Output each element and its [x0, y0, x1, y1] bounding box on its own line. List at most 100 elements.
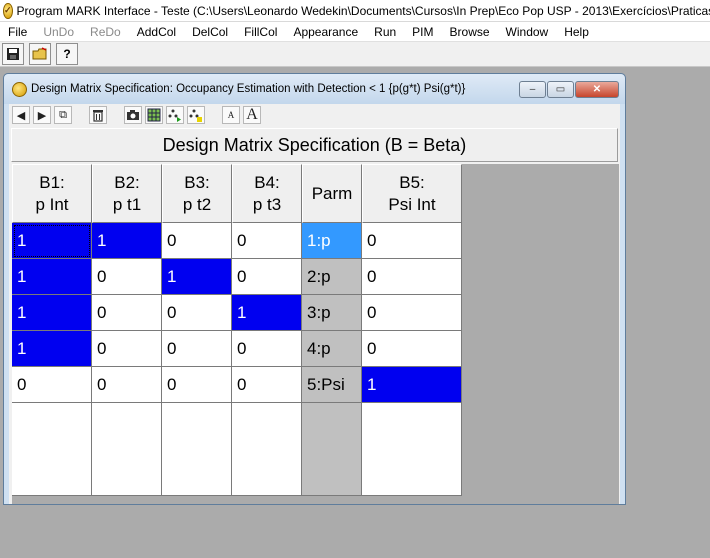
column-b3: B3: p t2 0 1 0 0 0 — [162, 164, 232, 504]
matrix-cell[interactable]: 0 — [362, 295, 462, 331]
matrix-cell[interactable]: 0 — [92, 367, 162, 403]
menu-redo[interactable]: ReDo — [82, 25, 129, 39]
window-title: Design Matrix Specification: Occupancy E… — [31, 83, 466, 95]
open-button[interactable] — [29, 43, 51, 65]
snapshot-button[interactable] — [124, 106, 142, 124]
tree-button[interactable] — [166, 106, 184, 124]
forward-button[interactable]: ▶ — [33, 106, 51, 124]
design-matrix-grid: B1: p Int 1 1 1 1 0 B2: p t1 1 0 0 0 0 B… — [12, 164, 619, 504]
parm-label[interactable]: 4:p — [302, 331, 362, 367]
tree-highlight-button[interactable] — [187, 106, 205, 124]
parm-label[interactable]: 5:Psi — [302, 367, 362, 403]
matrix-toolbar: ◀ ▶ ⧉ A A — [9, 104, 620, 126]
menu-window[interactable]: Window — [498, 25, 557, 39]
matrix-cell[interactable]: 1 — [232, 295, 302, 331]
column-header-b3[interactable]: B3: p t2 — [162, 164, 232, 223]
help-icon: ? — [63, 47, 71, 61]
matrix-cell[interactable]: 0 — [232, 223, 302, 259]
grid-icon — [147, 108, 161, 122]
menu-addcol[interactable]: AddCol — [129, 25, 184, 39]
column-b1: B1: p Int 1 1 1 1 0 — [12, 164, 92, 504]
matrix-cell[interactable]: 0 — [162, 223, 232, 259]
matrix-cell[interactable]: 0 — [362, 259, 462, 295]
matrix-cell[interactable]: 1 — [12, 223, 92, 259]
minimize-button[interactable]: ‒ — [519, 81, 546, 98]
empty-cell — [362, 403, 462, 496]
column-header-b4[interactable]: B4: p t3 — [232, 164, 302, 223]
save-icon — [7, 48, 19, 60]
matrix-cell[interactable]: 1 — [12, 259, 92, 295]
menu-undo[interactable]: UnDo — [35, 25, 82, 39]
matrix-cell[interactable]: 0 — [162, 367, 232, 403]
column-b4: B4: p t3 0 0 1 0 0 — [232, 164, 302, 504]
parm-label[interactable]: 3:p — [302, 295, 362, 331]
maximize-button[interactable]: ▭ — [547, 81, 574, 98]
matrix-cell[interactable]: 0 — [232, 367, 302, 403]
matrix-cell[interactable]: 0 — [162, 331, 232, 367]
column-header-parm: Parm — [302, 164, 362, 223]
column-header-b2[interactable]: B2: p t1 — [92, 164, 162, 223]
menu-browse[interactable]: Browse — [442, 25, 498, 39]
matrix-cell[interactable]: 0 — [232, 331, 302, 367]
empty-cell — [92, 403, 162, 496]
empty-cell — [12, 403, 92, 496]
menu-delcol[interactable]: DelCol — [184, 25, 236, 39]
matrix-cell[interactable]: 0 — [232, 259, 302, 295]
copy-icon: ⧉ — [59, 108, 67, 121]
menu-appearance[interactable]: Appearance — [285, 25, 366, 39]
matrix-heading: Design Matrix Specification (B = Beta) — [11, 128, 618, 162]
app-title-bar: ✓ Program MARK Interface - Teste (C:\Use… — [0, 0, 710, 22]
column-header-b5[interactable]: B5: Psi Int — [362, 164, 462, 223]
minimize-icon: ‒ — [529, 84, 536, 95]
column-header-b1[interactable]: B1: p Int — [12, 164, 92, 223]
help-button[interactable]: ? — [56, 43, 78, 65]
matrix-cell[interactable]: 0 — [12, 367, 92, 403]
app-title: Program MARK Interface - Teste (C:\Users… — [16, 3, 710, 18]
matrix-cell[interactable]: 0 — [92, 331, 162, 367]
menu-help[interactable]: Help — [556, 25, 597, 39]
font-small-icon: A — [227, 110, 235, 120]
maximize-icon: ▭ — [555, 84, 566, 95]
menu-pim[interactable]: PIM — [404, 25, 441, 39]
matrix-cell[interactable]: 1 — [362, 367, 462, 403]
design-matrix-window: Design Matrix Specification: Occupancy E… — [3, 73, 626, 505]
back-button[interactable]: ◀ — [12, 106, 30, 124]
save-button[interactable] — [2, 43, 24, 65]
empty-cell — [162, 403, 232, 496]
menu-bar: File UnDo ReDo AddCol DelCol FillCol App… — [0, 22, 710, 41]
matrix-cell[interactable]: 1 — [12, 331, 92, 367]
column-b5: B5: Psi Int 0 0 0 0 1 — [362, 164, 462, 504]
close-icon: ✕ — [592, 84, 602, 95]
empty-cell — [232, 403, 302, 496]
matrix-cell[interactable]: 0 — [362, 331, 462, 367]
font-larger-button[interactable]: A — [243, 106, 261, 124]
window-title-bar[interactable]: Design Matrix Specification: Occupancy E… — [4, 74, 625, 104]
delete-button[interactable] — [89, 106, 107, 124]
close-button[interactable]: ✕ — [575, 81, 619, 98]
copy-button[interactable]: ⧉ — [54, 106, 72, 124]
matrix-cell[interactable]: 1 — [12, 295, 92, 331]
grid-button[interactable] — [145, 106, 163, 124]
matrix-cell[interactable]: 0 — [362, 223, 462, 259]
arrow-right-icon: ▶ — [37, 109, 47, 122]
menu-file[interactable]: File — [0, 25, 35, 39]
font-large-icon: A — [246, 106, 258, 123]
matrix-cell[interactable]: 1 — [162, 259, 232, 295]
camera-icon — [127, 110, 139, 120]
matrix-cell[interactable]: 0 — [92, 295, 162, 331]
column-b2: B2: p t1 1 0 0 0 0 — [92, 164, 162, 504]
window-body: ◀ ▶ ⧉ A A Design Matrix Specification (B… — [9, 104, 620, 504]
font-smaller-button[interactable]: A — [222, 106, 240, 124]
parm-label[interactable]: 1:p — [302, 223, 362, 259]
arrow-left-icon: ◀ — [16, 109, 26, 122]
matrix-cell[interactable]: 0 — [162, 295, 232, 331]
matrix-cell[interactable]: 0 — [92, 259, 162, 295]
parm-label[interactable]: 2:p — [302, 259, 362, 295]
mark-logo-icon: ✓ — [3, 2, 13, 19]
menu-fillcol[interactable]: FillCol — [236, 25, 285, 39]
open-folder-icon — [32, 47, 47, 60]
menu-run[interactable]: Run — [366, 25, 404, 39]
matrix-cell[interactable]: 1 — [92, 223, 162, 259]
trash-icon — [93, 109, 103, 122]
tree-play-icon — [168, 109, 181, 122]
